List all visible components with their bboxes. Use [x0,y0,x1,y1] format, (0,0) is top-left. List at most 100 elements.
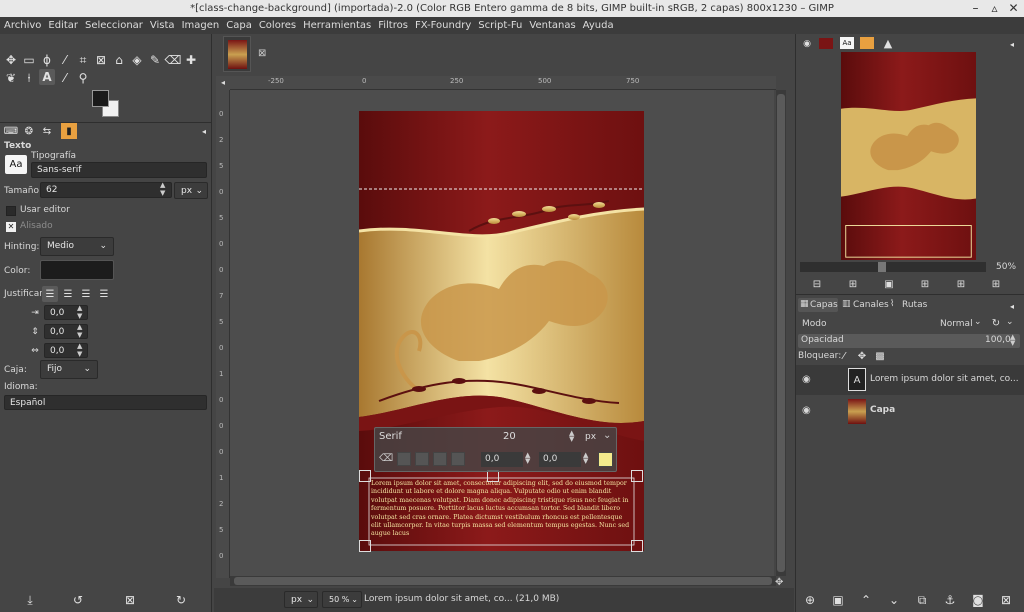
close-tab-icon[interactable]: ⊠ [258,48,266,59]
text-size-spin-icon[interactable]: ▲ ▼ [569,430,574,443]
justify-right-icon[interactable]: ☰ [60,286,76,302]
clear-style-icon[interactable]: ⌫ [379,453,393,464]
text-color-swatch[interactable] [598,452,613,467]
antialias-checkbox[interactable]: ✕ [6,222,16,232]
baseline-input[interactable]: 0,0 [481,452,523,467]
menu-capa[interactable]: Capa [226,20,252,31]
new-layer-icon[interactable]: ⊕ [802,592,818,608]
close-icon[interactable]: ✕ [1006,1,1021,16]
canvas-text-layer[interactable]: Lorem ipsum dolor sit amet, consectetur … [371,480,633,544]
chevron-down-icon[interactable]: ⌄ [974,317,982,327]
menu-filtros[interactable]: Filtros [378,20,408,31]
menu-editar[interactable]: Editar [48,20,78,31]
hinting-select[interactable]: Medio ⌄ [40,237,114,256]
tool-options-tab-icon[interactable]: ⌨ [3,123,19,139]
delete-layer-icon[interactable]: ⊠ [998,592,1014,608]
configure-tab-icon[interactable]: ◂ [1004,298,1020,314]
justify-fill-icon[interactable]: ☰ [96,286,112,302]
chevron-down-icon[interactable]: ⌄ [603,430,611,441]
text-tool-icon[interactable]: A [39,69,55,85]
device-status-tab-icon[interactable]: ❂ [21,123,37,139]
menu-vista[interactable]: Vista [150,20,175,31]
tab-layers[interactable]: Capas ▦ [798,298,838,312]
horizontal-scrollbar[interactable] [230,576,776,586]
menu-seleccionar[interactable]: Seleccionar [85,20,143,31]
status-zoom-select[interactable]: 50 % ⌄ [322,591,362,608]
minimize-icon[interactable]: – [968,1,983,16]
fonts-tab-icon[interactable]: Aa [840,37,854,49]
patterns-tab-icon[interactable]: ▲ [880,35,896,51]
strikethrough-button[interactable] [451,452,465,466]
navigator-tab-icon[interactable]: ◉ [799,36,815,52]
lock-position-icon[interactable]: ✥ [854,348,870,364]
menu-ayuda[interactable]: Ayuda [583,20,614,31]
justify-left-icon[interactable]: ☰ [42,286,58,302]
mode-value[interactable]: Normal [940,319,973,329]
kerning-spin-icon[interactable]: ▲ ▼ [583,452,588,465]
size-spin-icon[interactable]: ▲ ▼ [160,181,165,197]
rect-select-icon[interactable]: ▭ [21,52,37,68]
save-options-icon[interactable]: ⤓ [22,592,38,608]
raise-layer-icon[interactable]: ⌃ [858,592,874,608]
menu-archivo[interactable]: Archivo [4,20,41,31]
layer-mask-icon[interactable]: ◙ [970,592,986,608]
smudge-icon[interactable]: ❦ [3,70,19,86]
blend-space-icon[interactable]: ↻ [988,315,1004,331]
paths-icon[interactable]: ⍿ [21,70,37,86]
menu-script-fu[interactable]: Script-Fu [478,20,522,31]
eye-icon[interactable]: ◉ [802,405,811,416]
quick-mask-corner-icon[interactable]: ◂ [216,76,230,90]
text-unit-select[interactable]: px [585,432,596,442]
maximize-icon[interactable]: ▵ [987,1,1002,16]
paintbrush-icon[interactable]: ✎ [147,52,163,68]
bucket-fill-icon[interactable]: ◈ [129,52,145,68]
slider-thumb[interactable] [878,262,886,272]
fuzzy-select-icon[interactable]: ⁄ [57,52,73,68]
language-input[interactable]: Español [4,395,207,410]
opacity-spin-icon[interactable]: ▲ ▼ [1010,334,1015,347]
lower-layer-icon[interactable]: ⌄ [886,592,902,608]
text-box-handle[interactable] [631,470,643,482]
line-spacing-spin-icon[interactable]: ▲ ▼ [77,323,82,339]
vertical-scrollbar[interactable] [776,90,786,576]
baseline-spin-icon[interactable]: ▲ ▼ [525,452,530,465]
layer-row[interactable]: ◉ A Lorem ipsum dolor sit amet, co... [796,365,1024,395]
navigator-zoom-slider[interactable] [800,262,986,272]
zoom-one-icon[interactable]: ▣ [881,276,897,292]
foreground-color-swatch[interactable] [92,90,109,107]
configure-tab-icon[interactable]: ◂ [196,123,212,139]
move-tool-icon[interactable]: ✥ [3,52,19,68]
scrollbar-thumb[interactable] [777,94,785,572]
text-size-input[interactable]: 20 [503,431,516,442]
restore-options-icon[interactable]: ↺ [70,592,86,608]
menu-colores[interactable]: Colores [259,20,296,31]
chevron-down-icon[interactable]: ⌄ [1006,317,1014,327]
box-select[interactable]: Fijo ⌄ [40,360,98,379]
use-editor-checkbox[interactable] [6,206,16,216]
images-tab-icon[interactable]: ▮ [61,123,77,139]
duplicate-layer-icon[interactable]: ⧉ [914,592,930,608]
new-layer-group-icon[interactable]: ▣ [830,592,846,608]
underline-button[interactable] [433,452,447,466]
image-tab[interactable] [223,36,251,72]
color-picker-icon[interactable]: ⁄ [57,70,73,86]
letter-spacing-spin-icon[interactable]: ▲ ▼ [77,342,82,358]
lock-pixels-icon[interactable]: ⁄ [836,348,852,364]
crop-icon[interactable]: ⌗ [75,52,91,68]
text-color-button[interactable] [40,260,114,280]
warp-icon[interactable]: ⌂ [111,52,127,68]
layer-name[interactable]: Capa [870,405,895,415]
text-box-handle[interactable] [631,540,643,552]
delete-options-icon[interactable]: ⊠ [122,592,138,608]
kerning-input[interactable]: 0,0 [539,452,581,467]
eye-icon[interactable]: ◉ [802,374,811,385]
eraser-icon[interactable]: ⌫ [165,52,182,68]
images-dock-tab[interactable] [819,38,833,49]
zoom-in-icon[interactable]: ⊞ [845,276,861,292]
status-unit-select[interactable]: px ⌄ [284,591,318,608]
clone-icon[interactable]: ✚ [183,52,199,68]
tab-channels[interactable]: Canales ▥ [840,298,889,312]
bold-button[interactable] [397,452,411,466]
size-unit-select[interactable]: px ⌄ [174,182,208,199]
navigator-preview[interactable] [841,52,976,260]
